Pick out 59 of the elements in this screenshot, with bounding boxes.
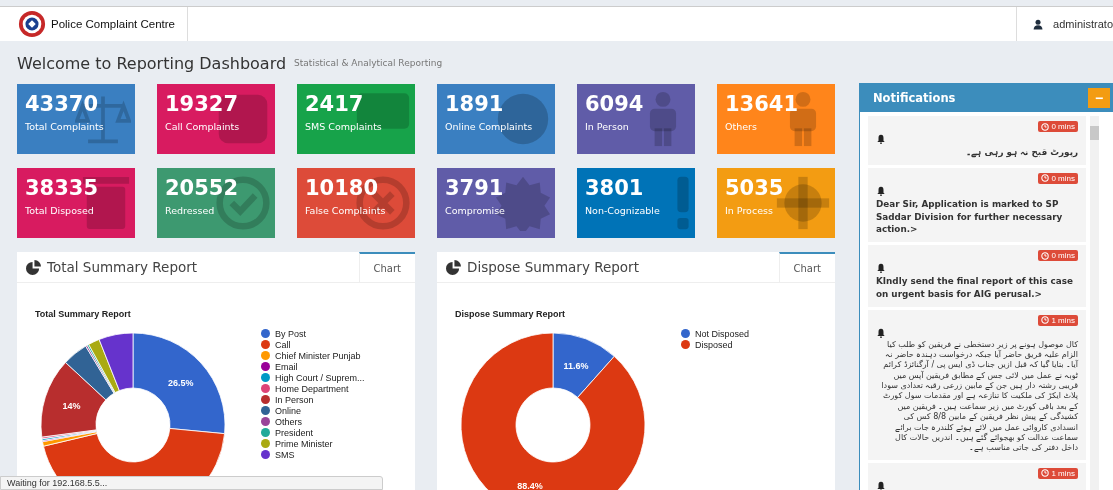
legend-label: Home Department [275,383,349,394]
stat-label: Online Complaints [445,121,533,132]
time-badge: 1 mins [1038,467,1078,479]
panel-title: Dispose Summary Report [467,259,639,275]
stat-value: 10180 [305,176,379,200]
stat-label: SMS Complaints [305,121,382,132]
chart-title: Dispose Summary Report [455,309,567,319]
stat-value: 20552 [165,176,239,200]
stat-label: Redressed [165,205,215,216]
stat-label: Others [725,121,757,132]
legend-label: Email [275,361,298,372]
legend-label: By Post [275,328,306,339]
notification-text: KIndly send the final report of this case on urgent basis for AIG perusal.> [876,275,1074,301]
stat-value: 6094 [585,92,644,116]
page-subtitle: Statistical & Analytical Reporting [294,58,443,68]
stat-label: In Process [725,205,773,216]
legend-label: In Person [275,394,314,405]
stat-value: 3801 [585,176,644,200]
chart-title: Total Summary Report [35,309,132,319]
stat-value: 13641 [725,92,799,116]
legend-label: Chief Minister Punjab [275,350,361,361]
notification-text: رپورٹ قبح نہ ہو رہی ہے۔ [965,146,1078,159]
stat-label: Total Complaints [25,121,104,132]
legend-label: Call [275,339,291,350]
stat-value: 1891 [445,92,504,116]
slice-label: 14% [62,401,81,412]
notification-text: کال موصول ہونے پر زیر دستخطی نے فریقین کو طلب کیا الزام علیہ فریق حاضر آیا جبکہ درخواست دہندہ حاضر نہ آیا۔ بتایا گیا کہ قبل ازیں جناب ڈی ایس پی / آرگنائزڈ کرائم ٹوبہ نے عمل میں لائی جس کے مطابق فریقین آپس میں قریبی رشتہ دار ہیں جن کے مابین زرعی رقبہ تعدادی سودا پلاٹ ایکڑ کی ملکیت کا تنازعہ ہے اور مقدمات سول کورٹ کے بعد باقی کورٹ میں زیر سماعت ہیں۔ فریقین میں کشیدگی کے پیش نظر فریقین کے مابین 8/8 کس کی انسدادی کاروائی عمل میں لائے ہوئے کلندرہ جات برائے سماعت عدالت کو بھجوائے گئے ہیں۔ اندریں حالات کال داخل دفتر کی جاتی مناسب ہے۔ [880,339,1078,454]
notification-text: Dear Sir, Application is marked to SP Saddar Division for further necessary action.> [876,197,1064,236]
stat-label: Compromise [445,205,505,216]
legend-label: Not Disposed [695,328,750,339]
panel-title: Total Summary Report [47,259,198,275]
time-badge: 1 mins [1038,314,1078,326]
time-badge: 0 mins [1038,250,1078,261]
legend-label: Online [275,405,301,416]
time-badge: 0 mins [1038,121,1078,132]
stat-label: Non-Cognizable [585,205,660,216]
stat-value: 5035 [725,176,784,200]
legend-label: High Court / Suprem... [275,372,365,383]
legend-label: Others [275,416,302,427]
stat-label: Call Complaints [165,121,240,132]
time-badge: 0 mins [1038,172,1078,184]
stat-label: False Complaints [305,205,386,216]
legend-label: SMS [275,449,295,460]
legend-label: Disposed [695,339,733,350]
slice-label: 11.6% [563,360,589,371]
stat-label: In Person [585,121,629,132]
legend-label: President [275,427,314,438]
page-title: Welcome to Reporting Dashboard [17,53,287,73]
notifications-title: Notifications [873,91,956,105]
stat-value: 3791 [445,176,504,200]
slice-label: 88.4% [517,481,543,490]
legend-label: Prime Minister [275,438,333,449]
status-bar: Waiting for 192.168.5.5... [0,476,383,490]
slice-label: 26.5% [167,377,194,388]
stat-value: 19327 [165,92,239,116]
stat-value: 38335 [25,176,99,200]
stat-label: Total Disposed [25,205,94,216]
stat-value: 43370 [25,92,99,116]
stat-value: 2417 [305,92,364,116]
